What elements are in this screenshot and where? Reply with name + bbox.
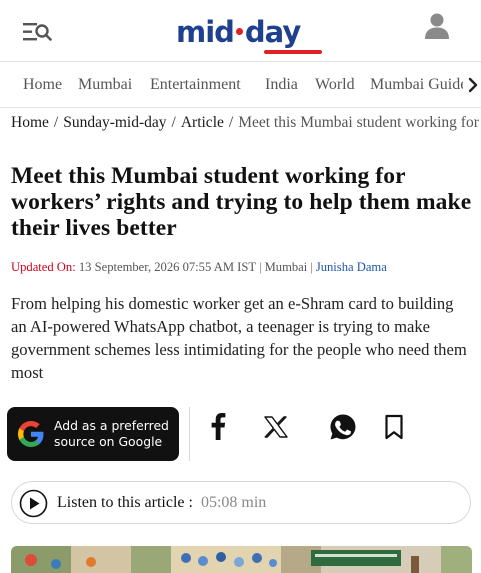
logo-text-day: day (244, 15, 301, 49)
site-header: mid day (0, 0, 481, 62)
logo-dot (235, 27, 243, 35)
breadcrumb-home[interactable]: Home (11, 114, 49, 131)
article-title: Meet this Mumbai student working for wor… (11, 163, 472, 241)
facebook-icon[interactable] (210, 412, 226, 444)
site-logo[interactable]: mid day (176, 15, 322, 54)
logo-underline (264, 50, 322, 54)
listen-duration: 05:08 min (200, 494, 267, 511)
google-preferred-source-button[interactable]: Add as a preferred source on Google (7, 407, 179, 461)
listen-label: Listen to this article : (57, 494, 193, 511)
breadcrumb: Home / Sunday-mid-day / Article / Meet this Mu… (11, 114, 481, 134)
listen-to-article-bar[interactable]: Listen to this article : 05:08 min (11, 481, 471, 524)
article-location: Mumbai (264, 260, 308, 274)
google-g-icon (15, 418, 47, 450)
user-icon[interactable] (424, 12, 450, 40)
whatsapp-icon[interactable] (329, 413, 357, 445)
article-summary: From helping his domestic worker get an … (11, 294, 467, 382)
logo-text-mid: mid (176, 15, 235, 49)
play-icon[interactable] (19, 489, 48, 518)
google-button-text: Add as a preferred source on Google (54, 418, 169, 449)
breadcrumb-current: Meet this Mumbai student working for wor… (238, 114, 481, 131)
menu-search-icon[interactable] (22, 20, 52, 44)
nav-item-entertainment[interactable]: Entertainment (150, 76, 241, 94)
article-hero-image (11, 546, 472, 573)
breadcrumb-sunday-mid-day[interactable]: Sunday-mid-day (63, 114, 166, 131)
nav-item-india[interactable]: India (265, 76, 298, 94)
section-nav: Home Mumbai Entertainment India World Mu… (0, 62, 481, 108)
share-divider (189, 407, 190, 461)
nav-item-mumbai[interactable]: Mumbai (78, 76, 132, 94)
listen-text: Listen to this article : 05:08 min (57, 494, 266, 512)
author-link[interactable]: Junisha Dama (316, 260, 387, 274)
updated-date: 13 September, 2026 07:55 AM IST (78, 260, 257, 274)
article-meta: Updated On: 13 September, 2026 07:55 AM … (11, 260, 387, 274)
chevron-right-icon[interactable] (467, 77, 479, 93)
updated-label: Updated On: (11, 260, 76, 274)
nav-item-home[interactable]: Home (23, 76, 62, 94)
nav-item-world[interactable]: World (315, 76, 355, 94)
nav-item-mumbai-guide[interactable]: Mumbai Guide (370, 76, 467, 94)
bookmark-icon[interactable] (384, 414, 404, 444)
breadcrumb-article[interactable]: Article (181, 114, 224, 131)
x-icon[interactable] (264, 416, 288, 442)
